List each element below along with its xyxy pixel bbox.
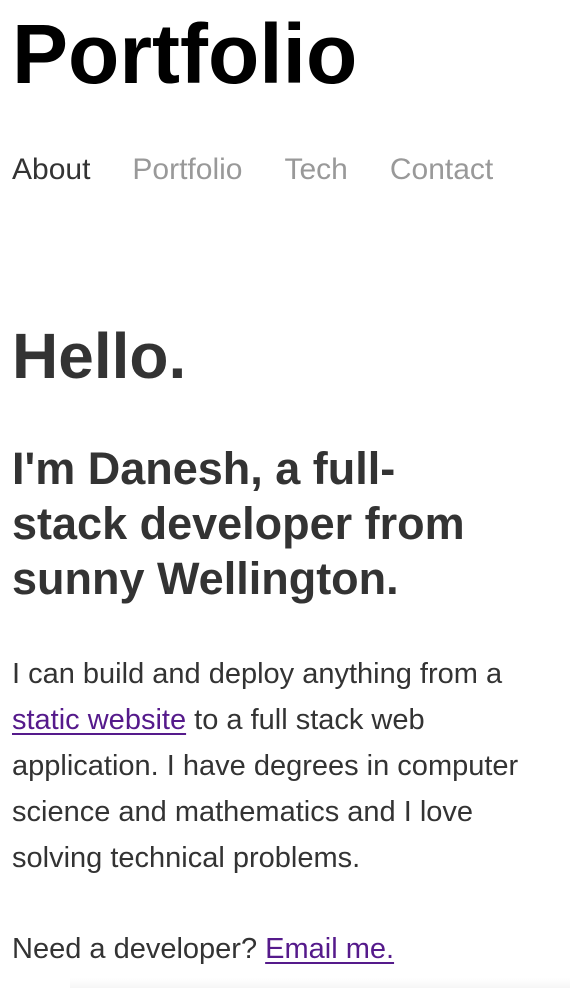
paragraph-line-with-link: static website to a full stack web xyxy=(12,697,584,743)
paragraph-line: science and mathematics and I love xyxy=(12,796,474,828)
paragraph-line: solving technical problems. xyxy=(12,842,361,874)
cta-question: Need a developer? xyxy=(12,933,266,965)
intro-line: I'm Danesh, a full- xyxy=(12,443,396,494)
intro-line: sunny Wellington. xyxy=(12,553,399,604)
email-me-link[interactable]: Email me. xyxy=(265,933,394,965)
paragraph-line: application. I have degrees in computer xyxy=(12,750,519,782)
intro-line: stack developer from xyxy=(12,498,465,549)
about-paragraph: I can build and deploy anything from a s… xyxy=(12,651,584,881)
bottom-fade xyxy=(70,978,570,988)
intro-heading: I'm Danesh, a full- stack developer from… xyxy=(12,441,578,606)
nav-item-portfolio[interactable]: Portfolio xyxy=(132,150,242,190)
paragraph-text: to a full stack web xyxy=(186,704,425,736)
nav-item-contact[interactable]: Contact xyxy=(390,150,493,190)
site-title: Portfolio xyxy=(12,7,358,101)
nav-item-tech[interactable]: Tech xyxy=(284,150,347,190)
greeting-heading: Hello. xyxy=(12,320,187,392)
static-website-link[interactable]: static website xyxy=(12,704,186,736)
contact-cta: Need a developer? Email me. xyxy=(12,926,394,972)
main-nav: About Portfolio Tech Contact xyxy=(12,150,535,190)
paragraph-line: I can build and deploy anything from a xyxy=(12,658,503,690)
nav-item-about[interactable]: About xyxy=(12,150,90,190)
